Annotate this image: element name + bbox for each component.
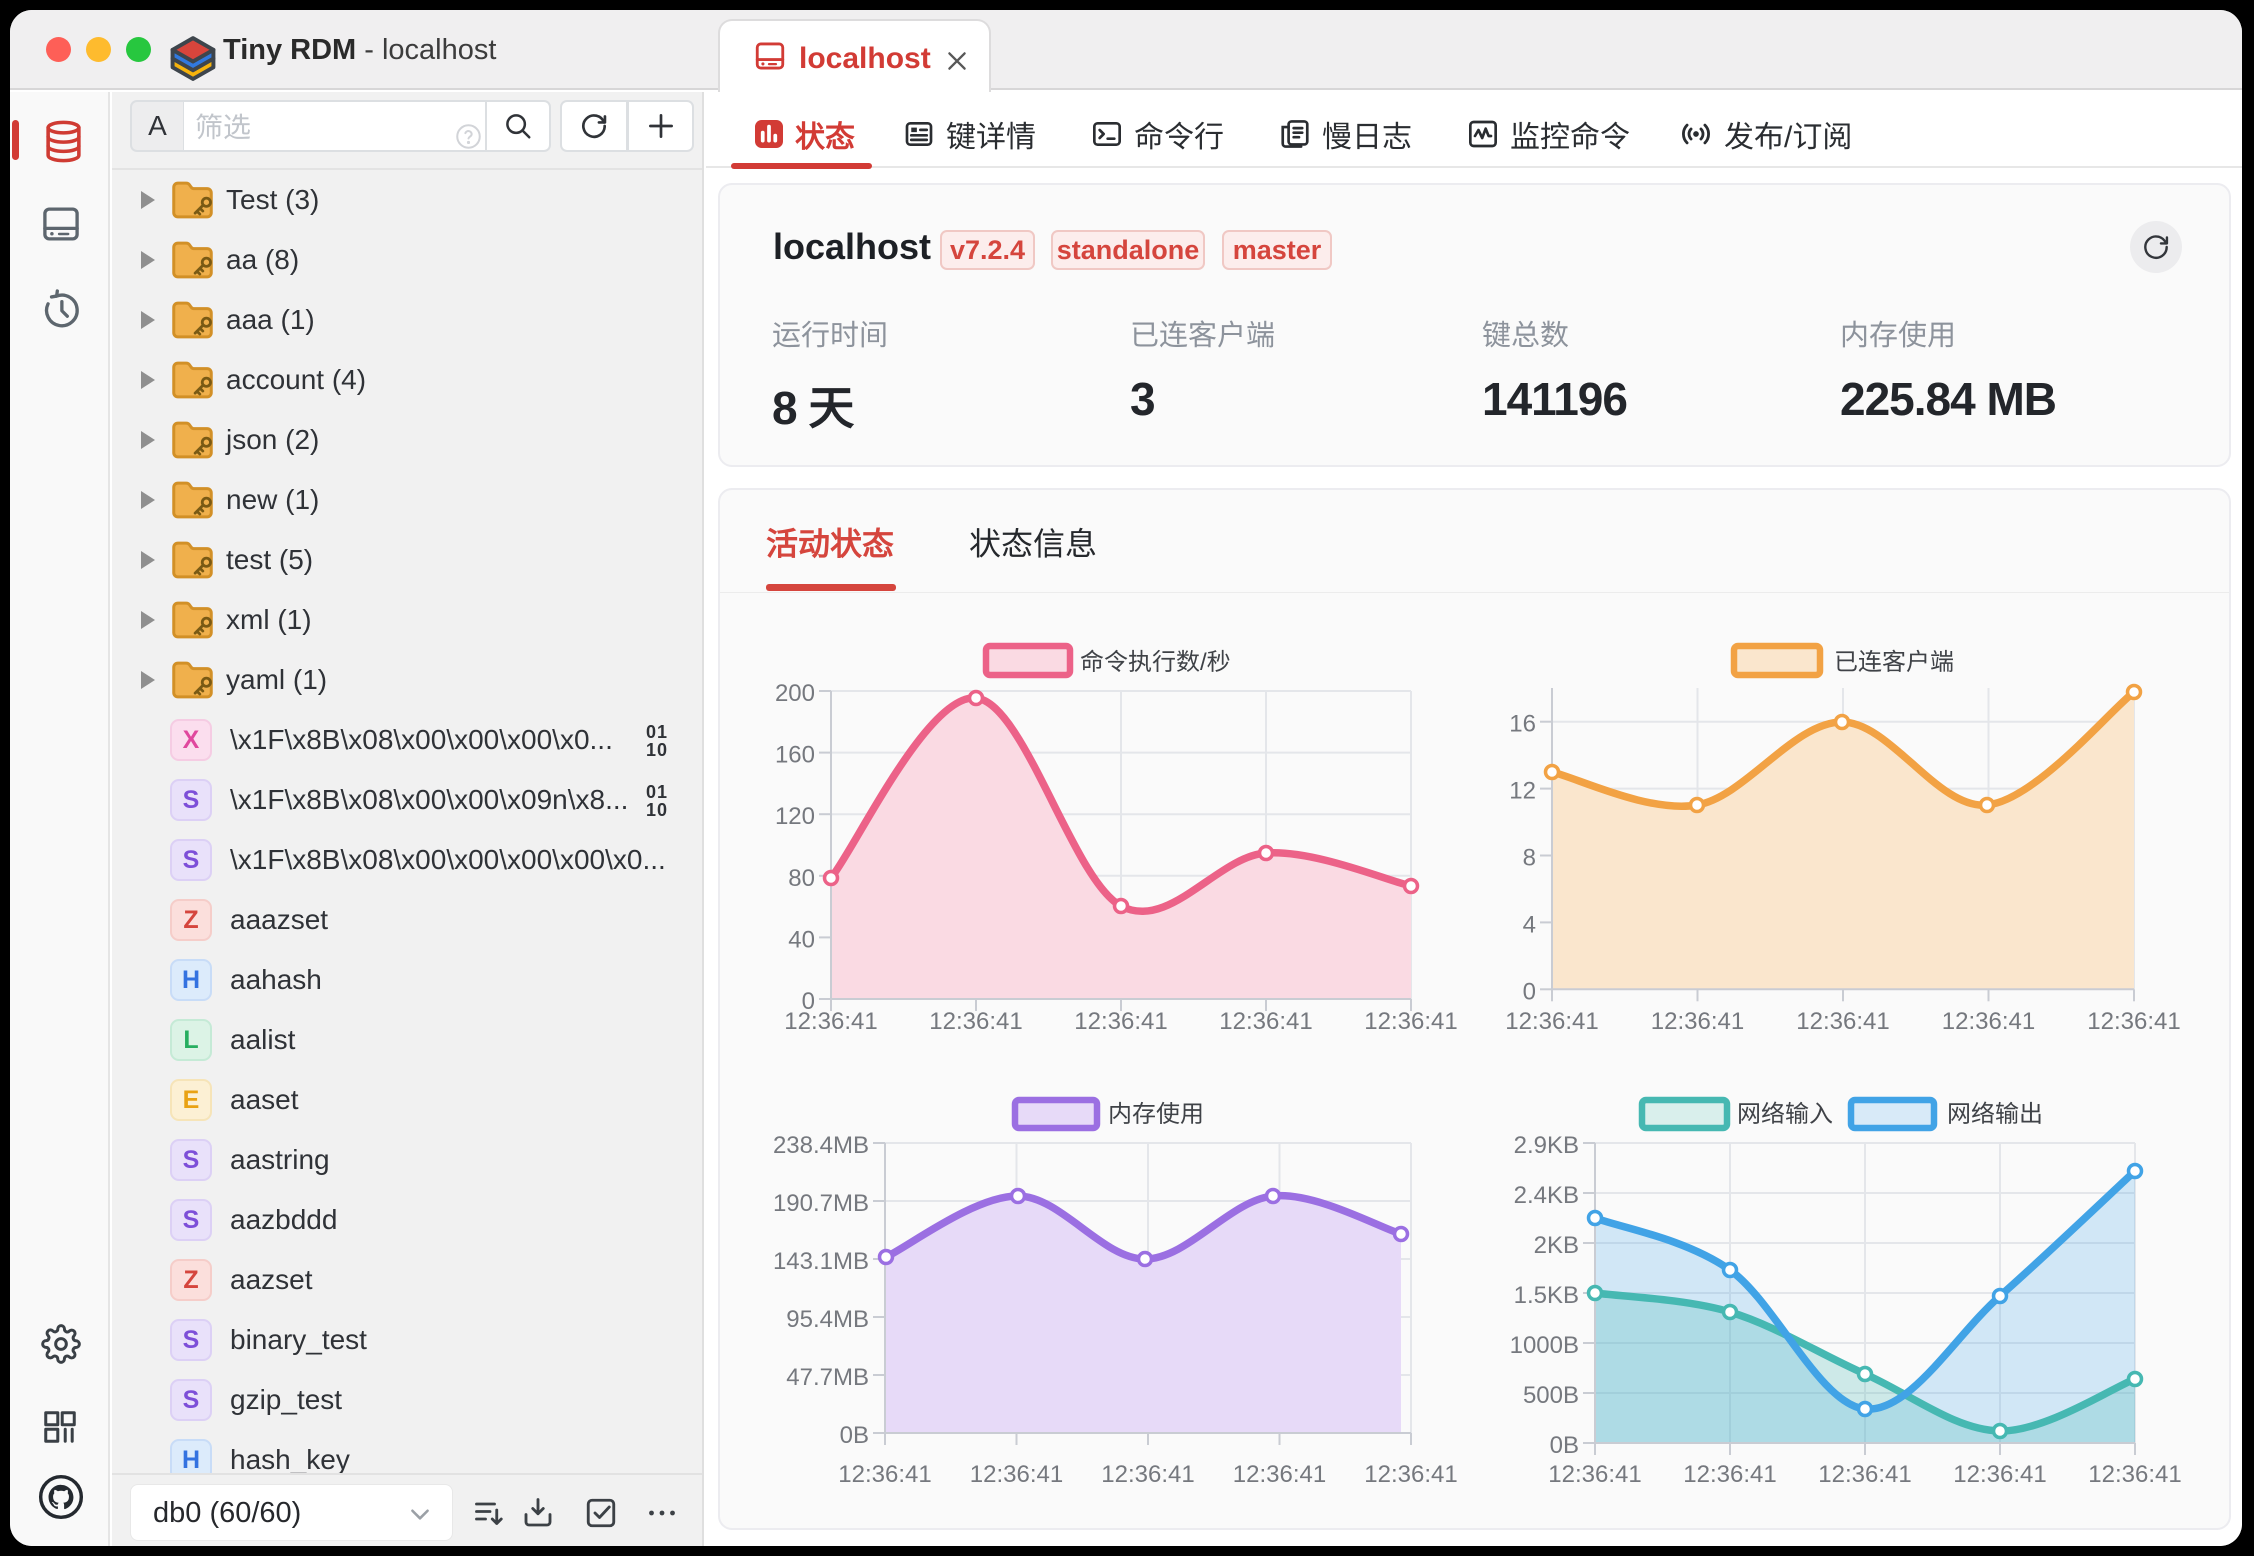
svg-text:12:36:41: 12:36:41 [2087,1008,2180,1035]
svg-text:40: 40 [788,926,815,953]
svg-text:12:36:41: 12:36:41 [1683,1461,1776,1488]
svg-text:12:36:41: 12:36:41 [1219,1008,1312,1035]
svg-text:16: 16 [1509,711,1536,738]
svg-text:160: 160 [775,742,815,769]
svg-text:12:36:41: 12:36:41 [1942,1008,2035,1035]
svg-text:8: 8 [1523,845,1536,872]
svg-text:12:36:41: 12:36:41 [1074,1008,1167,1035]
svg-text:内存使用: 内存使用 [1108,1101,1204,1128]
svg-text:500B: 500B [1523,1382,1579,1409]
svg-text:200: 200 [775,680,815,707]
svg-text:12:36:41: 12:36:41 [1233,1461,1326,1488]
svg-text:95.4MB: 95.4MB [786,1306,869,1333]
svg-text:12:36:41: 12:36:41 [1651,1008,1744,1035]
svg-text:1.5KB: 1.5KB [1514,1282,1579,1309]
svg-text:12:36:41: 12:36:41 [1505,1008,1598,1035]
svg-text:1000B: 1000B [1510,1332,1579,1359]
svg-text:12:36:41: 12:36:41 [970,1461,1063,1488]
svg-text:12:36:41: 12:36:41 [1101,1461,1194,1488]
svg-text:0B: 0B [1550,1432,1579,1459]
svg-text:2KB: 2KB [1534,1232,1579,1259]
svg-text:网络输入: 网络输入 [1737,1101,1833,1128]
svg-text:2.9KB: 2.9KB [1514,1132,1579,1159]
svg-text:0B: 0B [840,1422,869,1449]
svg-text:12:36:41: 12:36:41 [1364,1461,1457,1488]
svg-text:网络输出: 网络输出 [1947,1101,2043,1128]
svg-text:12: 12 [1509,778,1536,805]
svg-text:12:36:41: 12:36:41 [1364,1008,1457,1035]
svg-text:80: 80 [788,865,815,892]
svg-text:4: 4 [1523,911,1536,938]
svg-text:0: 0 [1523,978,1536,1005]
svg-text:已连客户端: 已连客户端 [1834,649,1954,676]
svg-text:命令执行数/秒: 命令执行数/秒 [1080,649,1231,676]
svg-text:2.4KB: 2.4KB [1514,1182,1579,1209]
svg-text:143.1MB: 143.1MB [773,1248,869,1275]
svg-text:12:36:41: 12:36:41 [2088,1461,2181,1488]
svg-text:12:36:41: 12:36:41 [784,1008,877,1035]
svg-text:12:36:41: 12:36:41 [838,1461,931,1488]
svg-text:12:36:41: 12:36:41 [1548,1461,1641,1488]
svg-text:12:36:41: 12:36:41 [1953,1461,2046,1488]
svg-text:47.7MB: 47.7MB [786,1364,869,1391]
svg-text:238.4MB: 238.4MB [773,1132,869,1159]
svg-text:12:36:41: 12:36:41 [1796,1008,1889,1035]
svg-text:12:36:41: 12:36:41 [929,1008,1022,1035]
svg-text:190.7MB: 190.7MB [773,1190,869,1217]
svg-text:120: 120 [775,803,815,830]
svg-text:12:36:41: 12:36:41 [1818,1461,1911,1488]
